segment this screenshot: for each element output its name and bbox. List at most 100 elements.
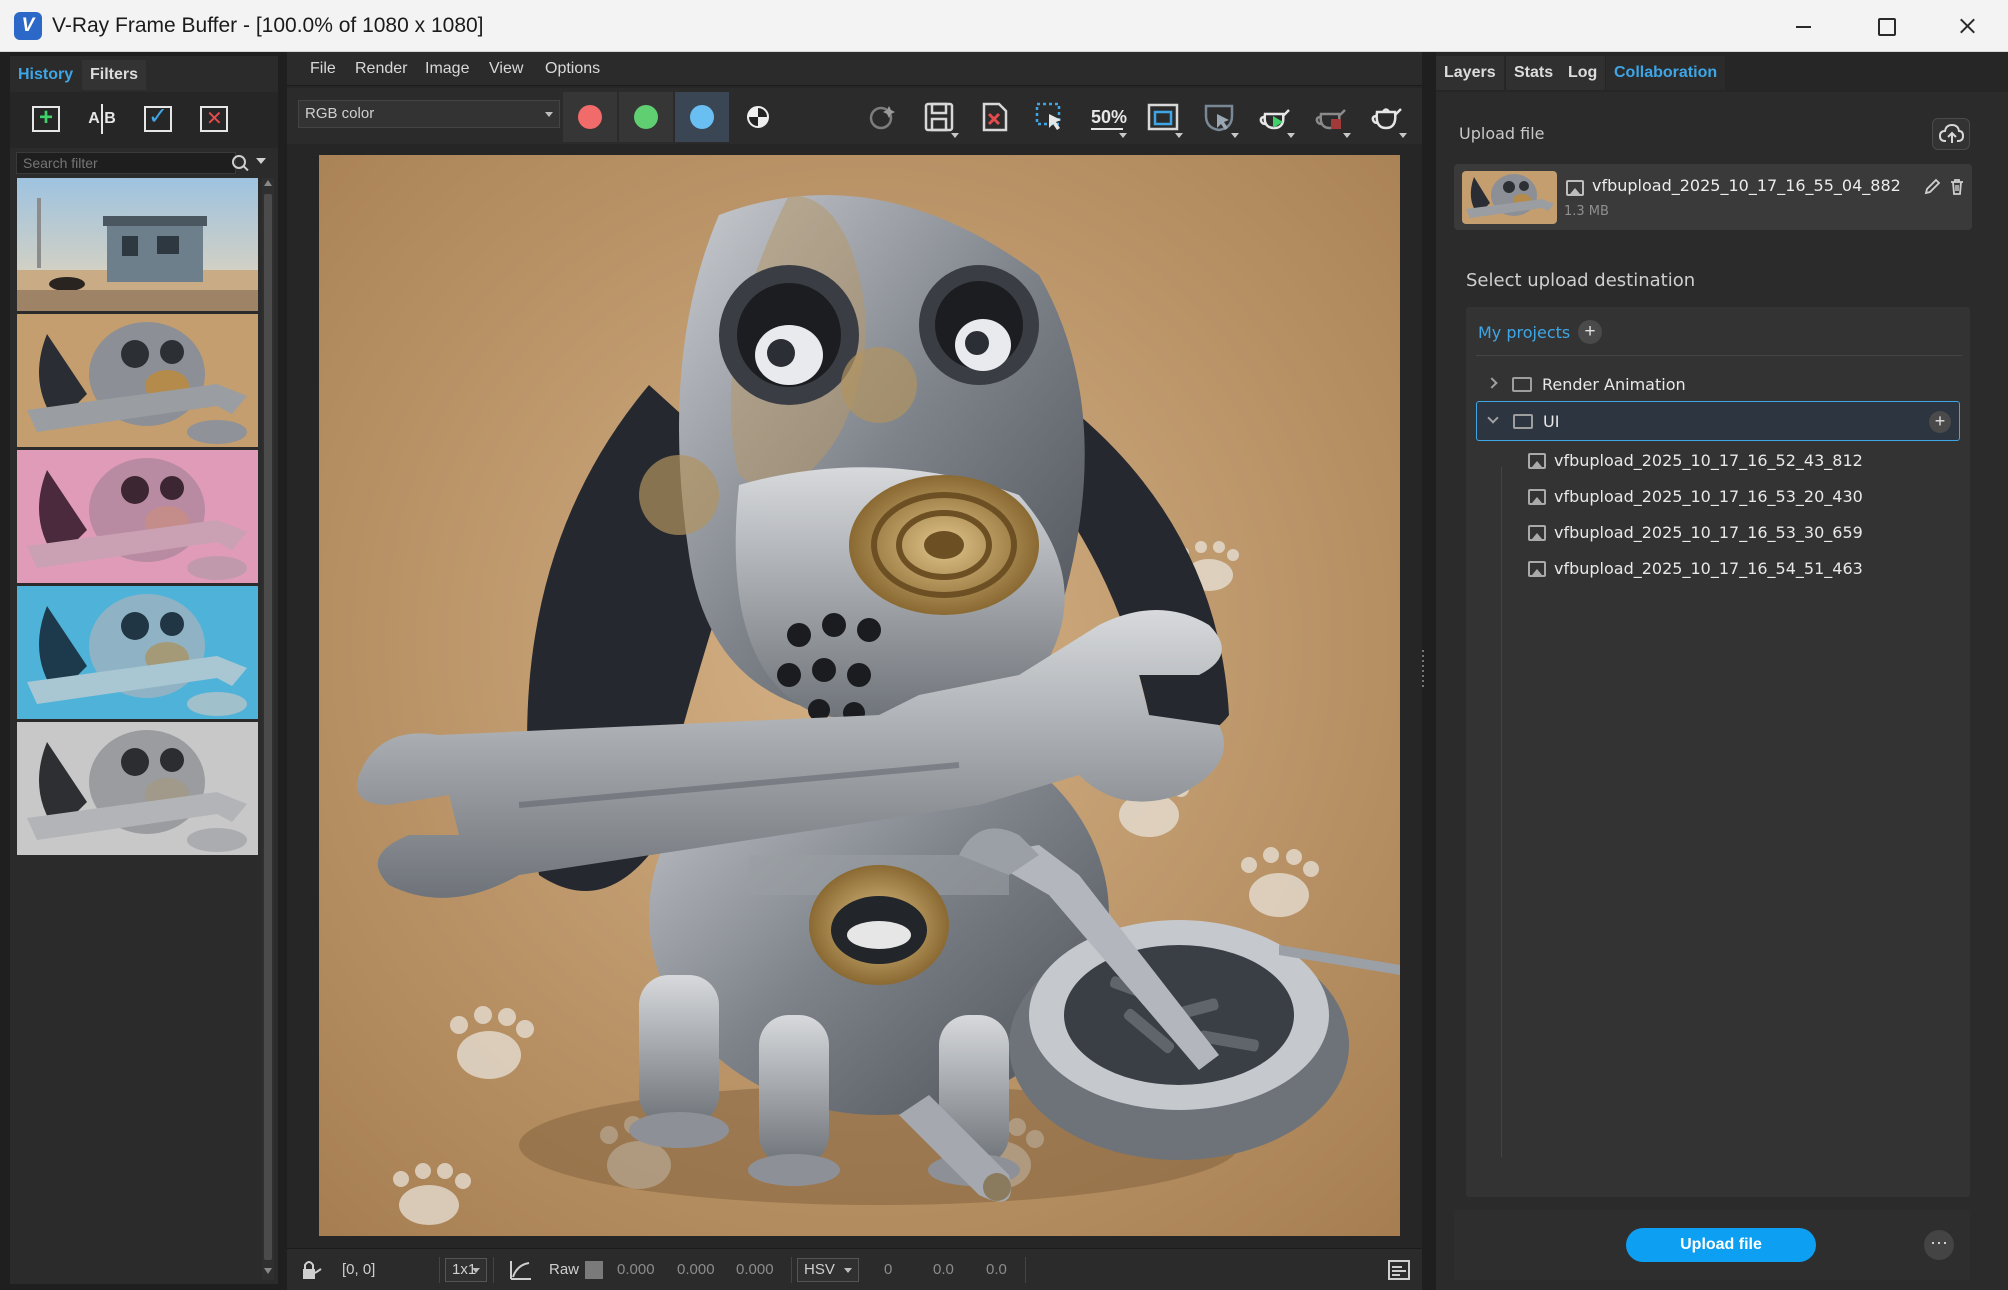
file-item[interactable]: vfbupload_2025_10_17_16_53_30_659: [1476, 513, 1960, 553]
tab-log[interactable]: Log: [1560, 56, 1606, 90]
menu-bar: File Render Image View Options: [287, 52, 1422, 86]
menu-options[interactable]: Options: [545, 52, 600, 86]
scroll-up-arrow-icon[interactable]: [264, 180, 272, 186]
lens-effects-icon: [1204, 104, 1234, 132]
edit-pencil-icon[interactable]: [1923, 178, 1941, 196]
ai-enhance-button[interactable]: [863, 98, 903, 138]
menu-view[interactable]: View: [489, 52, 523, 86]
menu-render[interactable]: Render: [355, 52, 407, 86]
upload-file-button[interactable]: Upload file: [1626, 1228, 1816, 1262]
alpha-channel-button[interactable]: [731, 92, 785, 142]
cloud-upload-button[interactable]: [1932, 118, 1970, 150]
pick-lock-icon[interactable]: [299, 1259, 323, 1281]
tab-filters[interactable]: Filters: [82, 60, 147, 90]
menu-image[interactable]: Image: [425, 52, 469, 86]
chevron-down-icon: [951, 133, 959, 138]
tab-layers[interactable]: Layers: [1436, 56, 1504, 90]
search-icon[interactable]: [230, 153, 250, 173]
zoom-button[interactable]: 50%: [1087, 98, 1127, 138]
chevron-down-icon: [1119, 133, 1127, 138]
color-mode-select[interactable]: HSV: [797, 1258, 859, 1282]
add-history-button[interactable]: [26, 102, 64, 138]
tab-collaboration[interactable]: Collaboration: [1606, 56, 1726, 90]
history-item[interactable]: [17, 722, 258, 855]
blue-channel-button[interactable]: [675, 92, 729, 142]
save-image-button[interactable]: [919, 98, 959, 138]
folder-render-animation[interactable]: Render Animation: [1476, 365, 1960, 405]
history-item[interactable]: [17, 450, 258, 583]
red-channel-button[interactable]: [563, 92, 617, 142]
frame-buffer-area: File Render Image View Options RGB color…: [287, 52, 1422, 1290]
raw-label: Raw: [549, 1261, 580, 1278]
start-render-button[interactable]: [1255, 98, 1295, 138]
file-item[interactable]: vfbupload_2025_10_17_16_53_20_430: [1476, 477, 1960, 517]
file-item[interactable]: vfbupload_2025_10_17_16_54_51_463: [1476, 549, 1960, 589]
tab-history[interactable]: History: [10, 60, 82, 90]
scroll-down-arrow-icon[interactable]: [264, 1268, 272, 1274]
chevron-down-icon[interactable]: [545, 112, 553, 117]
chevron-right-icon[interactable]: [1486, 377, 1498, 389]
sample-size-select[interactable]: 1x1: [445, 1258, 487, 1282]
channel-select[interactable]: RGB color: [298, 100, 560, 128]
clear-image-button[interactable]: [975, 98, 1015, 138]
right-splitter[interactable]: [1421, 650, 1425, 690]
add-to-folder-button[interactable]: +: [1929, 411, 1951, 433]
chevron-down-icon[interactable]: [1487, 412, 1499, 424]
minimize-button[interactable]: [1762, 0, 1844, 52]
file-item-label: vfbupload_2025_10_17_16_54_51_463: [1554, 559, 1863, 578]
file-thumbnail: [1462, 171, 1557, 224]
more-options-button[interactable]: ···: [1924, 1230, 1954, 1260]
file-size: 1.3 MB: [1564, 204, 1609, 219]
folder-ui[interactable]: UI +: [1476, 401, 1960, 441]
region-render-button[interactable]: [1031, 98, 1071, 138]
remove-history-button[interactable]: [194, 102, 232, 138]
tab-stats[interactable]: Stats: [1506, 56, 1562, 90]
upload-footer: Upload file ···: [1454, 1210, 1970, 1280]
close-button[interactable]: [1926, 0, 2008, 52]
tab-my-projects[interactable]: My projects: [1478, 323, 1570, 342]
divider: [1476, 355, 1962, 356]
green-channel-button[interactable]: [619, 92, 673, 142]
raw-value-b: 0.000: [736, 1261, 774, 1278]
status-divider: [439, 1257, 440, 1283]
trash-icon[interactable]: [1948, 178, 1966, 196]
render-settings-button[interactable]: [1367, 98, 1407, 138]
scrollbar-thumb[interactable]: [264, 194, 272, 1260]
history-scrollbar[interactable]: [262, 178, 274, 1280]
history-list: [17, 178, 258, 918]
log-panel-icon[interactable]: [1388, 1260, 1410, 1280]
window-title: V-Ray Frame Buffer - [100.0% of 1080 x 1…: [52, 14, 484, 37]
history-item[interactable]: [17, 178, 258, 311]
image-file-icon: [1528, 489, 1546, 505]
image-file-icon: [1528, 453, 1546, 469]
rendered-image[interactable]: [319, 155, 1400, 1236]
image-file-icon: [1528, 525, 1546, 541]
alpha-icon: [747, 106, 769, 128]
history-item[interactable]: [17, 314, 258, 447]
file-item[interactable]: vfbupload_2025_10_17_16_52_43_812: [1476, 441, 1960, 481]
color-curve-icon[interactable]: [509, 1259, 533, 1281]
region-render-icon: [1035, 102, 1061, 130]
raw-color-swatch: [585, 1261, 603, 1279]
add-project-button[interactable]: +: [1578, 320, 1602, 344]
raw-value-g: 0.000: [677, 1261, 715, 1278]
chevron-down-icon: [1231, 133, 1239, 138]
stop-render-button[interactable]: [1311, 98, 1351, 138]
collaboration-body: Upload file vfbupload_2025_10_17_16_55_0…: [1436, 92, 2008, 1290]
search-dropdown-icon[interactable]: [256, 158, 266, 164]
frame-icon: [1147, 103, 1179, 131]
history-item[interactable]: [17, 586, 258, 719]
frame-button[interactable]: [1143, 98, 1183, 138]
apply-history-button[interactable]: [138, 102, 176, 138]
add-history-icon: [32, 104, 60, 132]
menu-file[interactable]: File: [310, 52, 336, 86]
clear-image-icon: [982, 102, 1008, 132]
folder-icon: [1513, 414, 1533, 429]
main-toolbar: RGB color 50%: [287, 88, 1422, 144]
apply-history-icon: [144, 102, 172, 132]
maximize-button[interactable]: [1844, 0, 1926, 52]
search-filter-input[interactable]: [16, 152, 236, 174]
file-item-label: vfbupload_2025_10_17_16_52_43_812: [1554, 451, 1863, 470]
lens-effects-button[interactable]: [1199, 98, 1239, 138]
ab-compare-button[interactable]: A|B: [82, 102, 120, 138]
